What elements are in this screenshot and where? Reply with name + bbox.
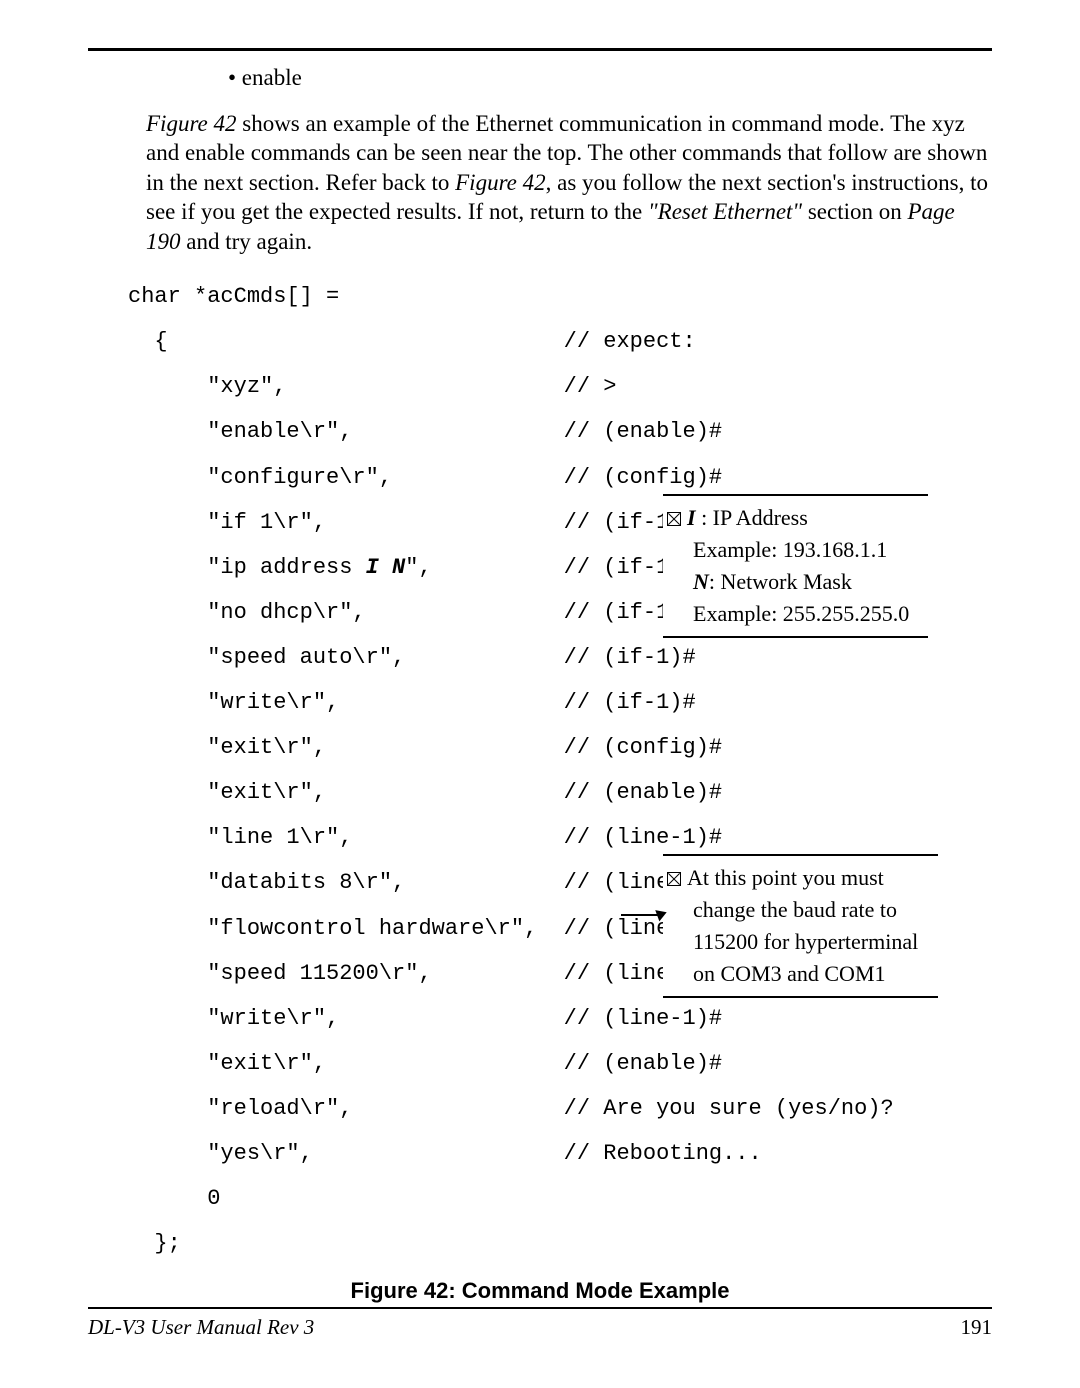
callout1-n-label: : Network Mask [709,569,852,594]
code-line: "exit\r", // (config)# [128,725,992,770]
code-line: "yes\r", // Rebooting... [128,1131,992,1176]
code-line: "exit\r", // (enable)# [128,1041,992,1086]
intro-paragraph: Figure 42 shows an example of the Ethern… [146,109,992,256]
figure-caption: Figure 42: Command Mode Example [88,1278,992,1304]
callout1-example-ip: Example: 193.168.1.1 [667,534,924,566]
top-rule [88,48,992,51]
callout-ip-address: I : IP Address Example: 193.168.1.1 N: N… [663,494,928,638]
code-line: "reload\r", // Are you sure (yes/no)? [128,1086,992,1131]
checkbox-icon [667,512,681,526]
code-line: "xyz", // > [128,364,992,409]
callout2-l3: 115200 for hyperterminal [667,926,934,958]
callout2-l4: on COM3 and COM1 [667,958,934,990]
callout1-n: N [693,569,709,594]
code-line: "exit\r", // (enable)# [128,770,992,815]
page-footer: DL-V3 User Manual Rev 3 191 [88,1307,992,1340]
footer-page-number: 191 [961,1315,993,1340]
code-line: "write\r", // (line-1)# [128,996,992,1041]
code-line: "speed auto\r", // (if-1)# [128,635,992,680]
code-ip-placeholder: I N [366,555,406,580]
code-line: 0 [128,1176,992,1221]
bottom-rule [88,1307,992,1309]
code-close-brace: }; [128,1221,992,1266]
callout2-l2: change the baud rate to [667,894,934,926]
code-block: char *acCmds[] = { // expect: "xyz", // … [128,274,992,1266]
para-tail: and try again. [181,229,313,254]
figure-ref-1: Figure 42 [146,111,237,136]
code-decl: char *acCmds[] = [128,274,992,319]
checkbox-icon [667,872,681,886]
code-ip-post: ", // (if-1)# [405,555,695,580]
callout-baud-rate: At this point you must change the baud r… [663,854,938,998]
code-line: "configure\r", // (config)# [128,455,992,500]
figure-ref-2: Figure 42 [455,170,546,195]
callout1-i-label: : IP Address [696,505,808,530]
callout1-example-mask: Example: 255.255.255.0 [667,598,924,630]
bullet-enable: • enable [228,65,992,91]
code-line: "enable\r", // (enable)# [128,409,992,454]
code-ip-pre: "ip address [128,555,366,580]
callout1-i: I [687,505,696,530]
para-mid3: section on [802,199,907,224]
reset-ethernet-ref: "Reset Ethernet" [648,199,802,224]
code-open-brace: { // expect: [128,319,992,364]
callout2-l1: At this point you must [687,865,884,890]
code-line: "write\r", // (if-1)# [128,680,992,725]
footer-manual-title: DL-V3 User Manual Rev 3 [88,1315,314,1340]
